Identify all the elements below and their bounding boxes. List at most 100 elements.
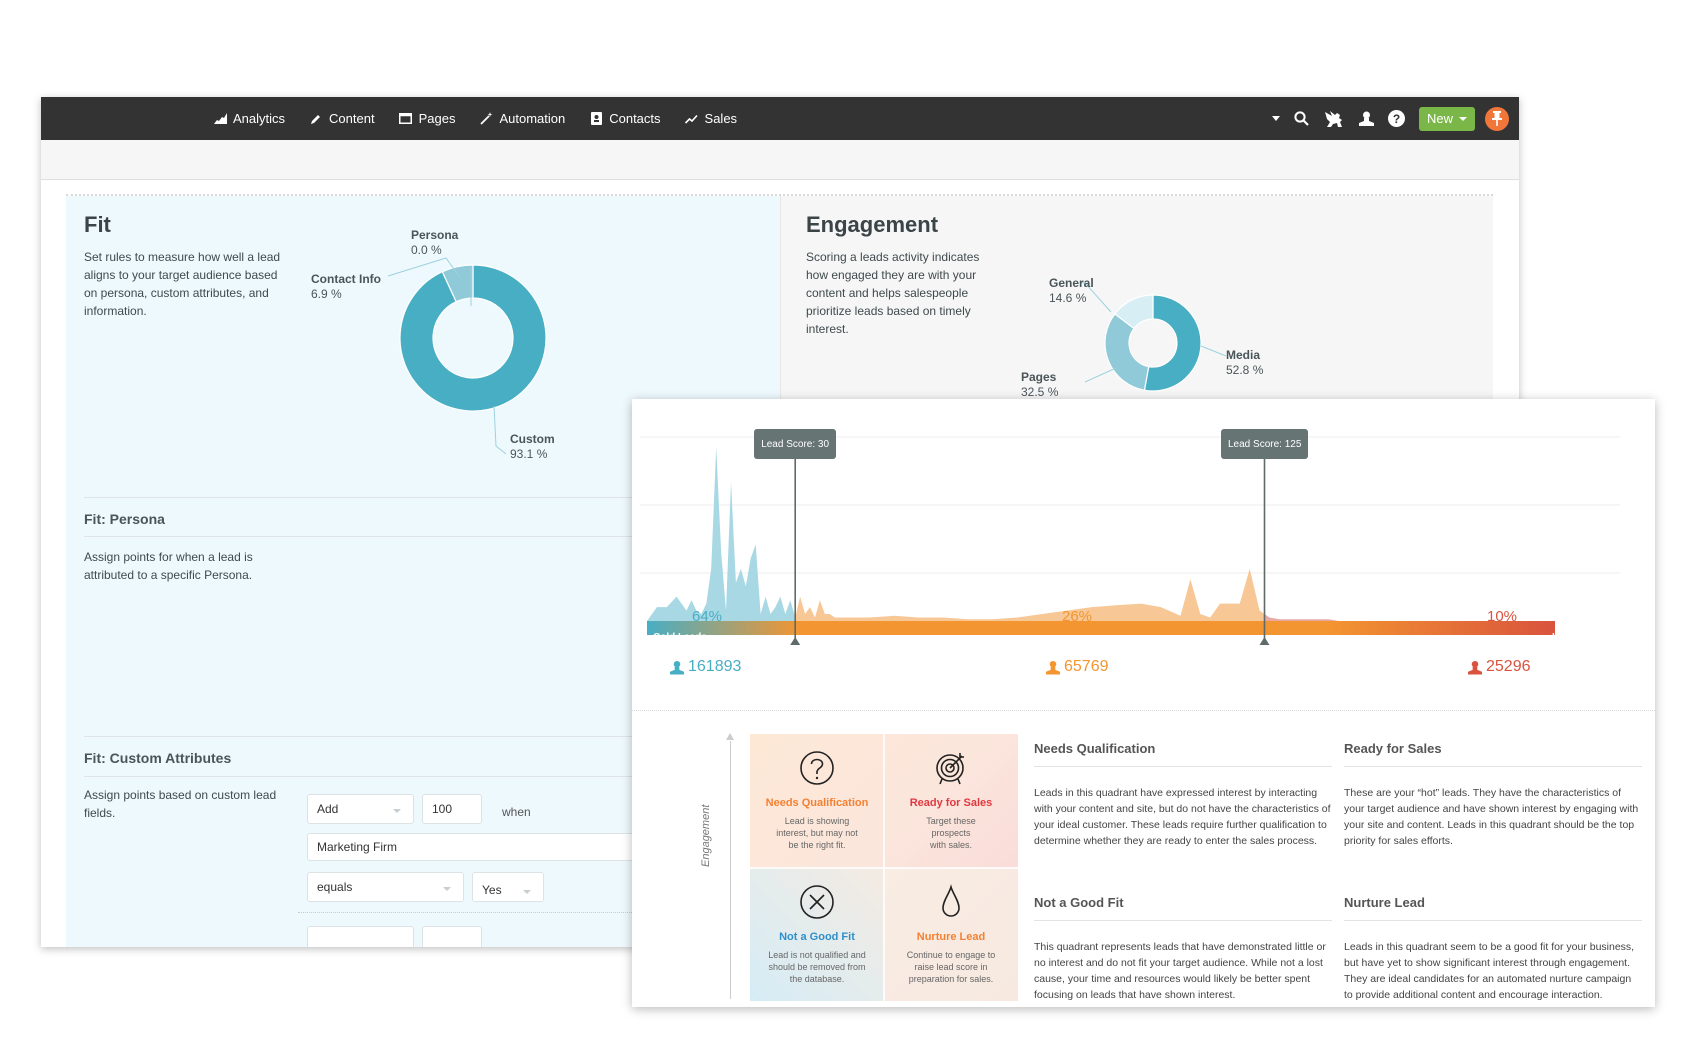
quadrant-text: Continue to engage to raise lead score i… [906,950,996,984]
question-icon [800,751,834,785]
quadrant-title: Nurture Lead [916,931,986,943]
lead-temperature-scale-bar [647,621,1555,635]
threshold-handle[interactable] [1259,637,1270,645]
quadrant-not-a-good-fit[interactable]: Not a Good Fit Lead is not qualified and… [750,868,884,1002]
nav-item-label: Analytics [233,111,286,126]
quadrant-title: Ready for Sales [909,797,993,809]
magic-wand-icon [479,112,493,126]
explanation-title: Needs Qualification [1034,741,1332,767]
nav-item-label: Contacts [609,111,661,126]
value-select[interactable]: Yes [472,872,544,902]
threshold-handle[interactable] [790,637,801,645]
engagement-axis [730,741,731,999]
fit-label-persona: Persona 0.0 % [411,228,459,257]
nav-item-sales[interactable]: Sales [685,111,737,126]
engagement-label-media: Media 52.8 % [1226,348,1264,377]
action-select[interactable]: Add [307,794,414,824]
hot-percent: 10% [1487,608,1518,625]
quadrant-ready-for-sales[interactable]: Ready for Sales Target these prospects w… [884,734,1018,868]
svg-text:?: ? [1393,112,1400,126]
analytics-icon [213,112,227,126]
operator-select-value: equals [317,880,353,894]
user-icon [1046,660,1060,674]
cold-count: 161893 [670,658,741,676]
operator-select[interactable]: equals [307,872,464,902]
x-circle-icon [800,885,834,919]
dropdown-caret-icon[interactable] [1271,116,1280,121]
sub-toolbar [41,140,1519,180]
quadrant-needs-qualification[interactable]: Needs Qualification Lead is showing inte… [750,734,884,868]
nav-item-pages[interactable]: Pages [399,111,456,126]
pin-button[interactable] [1485,106,1509,131]
nav-item-label: Pages [418,111,456,126]
explanation-not-a-good-fit: Not a Good Fit This quadrant represents … [1034,895,1332,1003]
window-icon [399,112,413,126]
search-icon[interactable] [1294,111,1309,126]
pencil-icon [309,112,323,126]
fit-label-custom: Custom 93.1 % [510,432,555,461]
threshold-label-text: Lead Score: 30 [761,438,830,450]
cold-percent: 64% [692,608,723,625]
nav-item-automation[interactable]: Automation [479,111,565,126]
explanation-title: Ready for Sales [1344,741,1642,767]
threshold-label-text: Lead Score: 125 [1228,438,1302,450]
fit-label-contact-info: Contact Info 6.9 % [311,272,381,301]
quadrant-text: Lead is showing interest, but may not be… [776,816,858,850]
distribution-area-warm [795,568,1265,621]
nav-item-label: Automation [499,111,566,126]
action-select-next[interactable] [307,926,414,947]
new-button-label: New [1426,111,1453,126]
threshold-marker-label[interactable]: Lead Score: 125 [1221,429,1309,459]
nav-item-contacts[interactable]: Contacts [589,111,661,126]
griffin-logo-icon[interactable] [1323,110,1345,128]
fit-persona-title: Fit: Persona [84,511,165,527]
warm-count: 65769 [1046,658,1109,676]
nav-item-analytics[interactable]: Analytics [213,111,285,126]
quadrant-text: Lead is not qualified and should be remo… [768,950,866,984]
fit-custom-title: Fit: Custom Attributes [84,750,232,766]
leader-line [1084,367,1117,383]
user-icon [1468,660,1482,674]
fit-persona-description: Assign points for when a lead is attribu… [84,550,253,582]
lead-score-overlay: Lead Score: 30 Lead Score: 125 64% 26% 1… [632,399,1655,1007]
new-button[interactable]: New [1418,106,1475,131]
points-input[interactable]: 100 [422,794,482,824]
threshold-marker-label[interactable]: Lead Score: 30 [754,429,837,459]
distribution-area-hot [1264,614,1635,621]
warm-percent: 26% [1062,608,1093,625]
warm-count-value: 65769 [1064,658,1109,675]
nav-item-label: Content [329,111,375,126]
value-select-value: Yes [482,883,502,897]
engagement-label-general: General 14.6 % [1049,276,1094,305]
explanation-title: Not a Good Fit [1034,895,1332,921]
cold-leads-label: Cold Leads [653,632,707,643]
quadrant-nurture-lead[interactable]: Nurture Lead Continue to engage to raise… [884,868,1018,1002]
nav-item-content[interactable]: Content [309,111,375,126]
explanation-ready-for-sales: Ready for Sales These are your “hot” lea… [1344,741,1642,849]
chevron-down-icon [1459,116,1467,121]
nav-menu: Analytics Content Pages Automation Conta… [213,97,761,140]
lead-quadrant-grid: Needs Qualification Lead is showing inte… [750,734,1018,1001]
user-icon [670,660,684,674]
hot-leads-label: Hot Leads [1552,632,1601,643]
chevron-down-icon [443,887,451,891]
hot-count: 25296 [1468,658,1531,676]
points-input-value: 100 [432,802,453,816]
quadrant-text: Target these prospects with sales. [926,816,976,850]
user-icon[interactable] [1358,111,1374,126]
explanation-text: Leads in this quadrant seem to be a good… [1344,941,1635,1001]
distribution-area-cold [647,447,796,621]
pin-icon [1492,111,1502,126]
engagement-axis-label: Engagement [700,804,712,867]
help-icon[interactable]: ? [1387,110,1405,127]
section-separator [632,710,1655,711]
explanation-title: Nurture Lead [1344,895,1642,921]
points-input-next[interactable] [422,926,482,947]
quadrant-title: Not a Good Fit [779,931,855,943]
target-icon [936,753,964,785]
donut-slice-pages[interactable] [1104,313,1150,391]
fit-custom-description: Assign points based on custom lead field… [84,788,277,820]
engagement-label-pages: Pages 32.5 % [1021,370,1059,399]
action-select-value: Add [317,802,339,816]
explanation-text: These are your “hot” leads. They have th… [1344,787,1639,847]
